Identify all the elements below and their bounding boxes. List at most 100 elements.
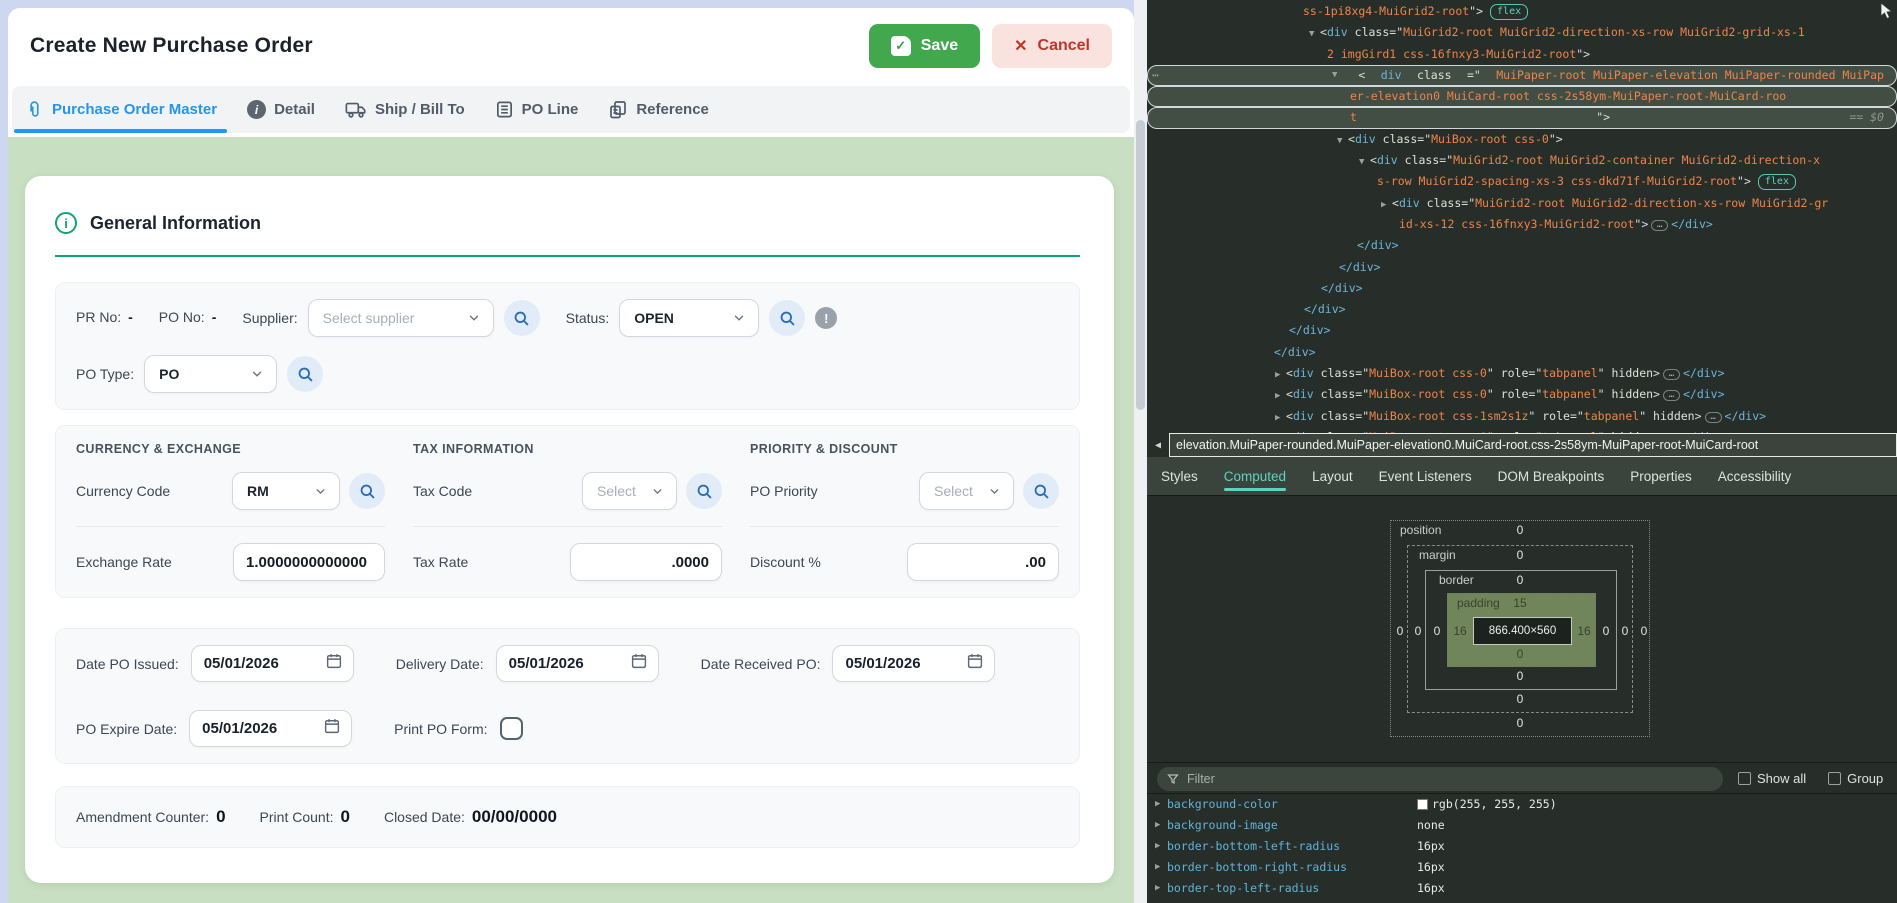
status-select[interactable]: OPEN — [619, 299, 759, 337]
box-model-content[interactable]: 866.400×560 — [1473, 617, 1572, 645]
filter-input[interactable]: Filter — [1157, 767, 1723, 791]
tab-dom-breakpoints[interactable]: DOM Breakpoints — [1498, 457, 1605, 495]
priority-column: PRIORITY & DISCOUNT PO Priority Select — [750, 442, 1059, 581]
tree-line[interactable]: </div> — [1147, 235, 1897, 256]
expand-arrow-icon[interactable]: ▶ — [1155, 820, 1167, 830]
tree-line[interactable]: t"> == $0 — [1147, 107, 1897, 128]
tree-line[interactable]: ss-1pi8xg4-MuiGrid2-root">flex — [1147, 1, 1897, 22]
supplier-search-button[interactable] — [504, 300, 540, 336]
list-icon — [495, 100, 514, 119]
tax-rate-input[interactable]: .0000 — [570, 543, 722, 581]
tab-detail[interactable]: i Detail — [247, 86, 315, 133]
tree-line[interactable]: </div> — [1147, 257, 1897, 278]
computed-property-row[interactable]: ▶border-bottom-left-radius16px — [1147, 836, 1897, 857]
checkbox-icon[interactable] — [1828, 772, 1841, 785]
expand-ellipsis-icon[interactable]: … — [1663, 369, 1680, 380]
tree-line[interactable]: </div> — [1147, 320, 1897, 341]
computed-property-row[interactable]: ▶background-imagenone — [1147, 815, 1897, 836]
supplier-select[interactable]: Select supplier — [308, 299, 494, 337]
po-expire-date-input[interactable]: 05/01/2026 — [189, 710, 352, 747]
tree-line[interactable]: s-row MuiGrid2-spacing-xs-3 css-dkd71f-M… — [1147, 171, 1897, 192]
tab-ship-bill-to[interactable]: Ship / Bill To — [345, 86, 465, 133]
po-expire-date-label: PO Expire Date: — [76, 721, 177, 737]
print-po-form-checkbox[interactable] — [500, 717, 523, 740]
expand-arrow-icon[interactable]: ▶ — [1155, 883, 1167, 893]
calendar-icon[interactable] — [325, 652, 343, 675]
tree-line[interactable]: er-elevation0 MuiCard-root css-2s58ym-Mu… — [1147, 86, 1897, 107]
tab-reference[interactable]: Reference — [608, 86, 709, 133]
tree-line[interactable]: id-xs-12 css-16fnxy3-MuiGrid2-root">…</d… — [1147, 214, 1897, 235]
expand-ellipsis-icon[interactable]: … — [1651, 220, 1668, 231]
purchase-order-app: Create New Purchase Order ✓ Save ✕ Cance… — [0, 0, 1147, 903]
margin-bottom-value: 0 — [1510, 692, 1530, 706]
tab-event-listeners[interactable]: Event Listeners — [1379, 457, 1472, 495]
app-scrollbar[interactable] — [1134, 0, 1147, 903]
counters-panel: Amendment Counter:0 Print Count:0 Closed… — [55, 786, 1080, 848]
currency-code-select[interactable]: RM — [232, 472, 340, 510]
closed-date: Closed Date:00/00/0000 — [384, 807, 557, 827]
group-checkbox[interactable]: Group — [1828, 771, 1883, 786]
tree-line[interactable]: 2 imgGird1 css-16fnxy3-MuiGrid2-root"> — [1147, 44, 1897, 65]
expand-arrow-icon[interactable]: ▶ — [1155, 841, 1167, 851]
tax-code-search-button[interactable] — [686, 473, 722, 509]
date-po-issued-input[interactable]: 05/01/2026 — [191, 645, 354, 682]
tree-line[interactable]: ▼<div class="MuiGrid2-root MuiGrid2-cont… — [1147, 150, 1897, 171]
dates-panel: Date PO Issued: 05/01/2026 Delivery Date… — [55, 628, 1080, 764]
tree-line[interactable]: </div> — [1147, 342, 1897, 363]
checkbox-icon[interactable] — [1738, 772, 1751, 785]
tab-layout[interactable]: Layout — [1312, 457, 1353, 495]
flex-badge[interactable]: flex — [1758, 174, 1796, 190]
exchange-rate-input[interactable]: 1.0000000000000 — [233, 543, 385, 581]
po-priority-select[interactable]: Select — [919, 472, 1014, 510]
expand-arrow-icon[interactable]: ▶ — [1155, 799, 1167, 809]
tab-styles[interactable]: Styles — [1161, 457, 1198, 495]
position-label: position — [1400, 523, 1441, 537]
computed-property-row[interactable]: ▶border-top-left-radius16px — [1147, 877, 1897, 898]
tree-line[interactable]: ▶<div class="MuiGrid2-root MuiGrid2-dire… — [1147, 193, 1897, 214]
computed-property-row[interactable]: ▶background-colorrgb(255, 255, 255) — [1147, 794, 1897, 815]
po-type-select[interactable]: PO — [144, 355, 277, 393]
delivery-date-input[interactable]: 05/01/2026 — [496, 645, 659, 682]
discount-input[interactable]: .00 — [907, 543, 1059, 581]
tabs-strip: Purchase Order Master i Detail Ship / Bi… — [12, 86, 1130, 133]
tree-line[interactable]: ▶<div class="MuiBox-root css-0" role="ta… — [1147, 384, 1897, 405]
breadcrumb-back-icon[interactable]: ◀ — [1147, 433, 1169, 457]
cancel-button[interactable]: ✕ Cancel — [992, 24, 1112, 68]
tree-line[interactable]: ▼<div class="MuiBox-root css-0"> — [1147, 129, 1897, 150]
tree-line[interactable]: ▶<div class="MuiBox-root css-0" role="ta… — [1147, 363, 1897, 384]
tax-code-label: Tax Code — [413, 483, 472, 499]
screen: Create New Purchase Order ✓ Save ✕ Cance… — [0, 0, 1897, 903]
chevron-down-icon — [732, 311, 746, 325]
date-received-po-input[interactable]: 05/01/2026 — [832, 645, 995, 682]
calendar-icon[interactable] — [630, 652, 648, 675]
currency-search-button[interactable] — [349, 473, 385, 509]
expand-ellipsis-icon[interactable]: … — [1663, 390, 1680, 401]
tab-accessibility[interactable]: Accessibility — [1718, 457, 1792, 495]
tab-po-line[interactable]: PO Line — [495, 86, 579, 133]
tree-line[interactable]: ▼<div class="MuiGrid2-root MuiGrid2-dire… — [1147, 22, 1897, 43]
computed-property-row[interactable]: ▶border-bottom-right-radius16px — [1147, 856, 1897, 877]
po-type-search-button[interactable] — [287, 356, 323, 392]
computed-properties-list[interactable]: ▶background-colorrgb(255, 255, 255)▶back… — [1147, 794, 1897, 903]
more-actions-icon[interactable]: ⋯ — [1152, 65, 1160, 86]
flex-badge[interactable]: flex — [1490, 4, 1528, 20]
tab-properties[interactable]: Properties — [1630, 457, 1692, 495]
calendar-icon[interactable] — [966, 652, 984, 675]
tree-line[interactable]: ⋯▼<div class="MuiPaper-root MuiPaper-ele… — [1147, 65, 1897, 86]
tree-line[interactable]: </div> — [1147, 299, 1897, 320]
elements-tree[interactable]: ss-1pi8xg4-MuiGrid2-root">flex▼<div clas… — [1147, 0, 1897, 433]
scrollbar-thumb[interactable] — [1136, 120, 1145, 410]
save-button[interactable]: ✓ Save — [869, 24, 980, 68]
po-priority-search-button[interactable] — [1023, 473, 1059, 509]
tab-purchase-order-master[interactable]: Purchase Order Master — [24, 86, 217, 133]
status-search-button[interactable] — [769, 300, 805, 336]
breadcrumb[interactable]: elevation.MuiPaper-rounded.MuiPaper-elev… — [1169, 433, 1897, 457]
tax-code-select[interactable]: Select — [582, 472, 677, 510]
calendar-icon[interactable] — [323, 717, 341, 740]
expand-arrow-icon[interactable]: ▶ — [1155, 862, 1167, 872]
show-all-checkbox[interactable]: Show all — [1738, 771, 1806, 786]
tab-computed[interactable]: Computed — [1224, 457, 1286, 495]
expand-ellipsis-icon[interactable]: … — [1705, 412, 1722, 423]
tree-line[interactable]: </div> — [1147, 278, 1897, 299]
tree-line[interactable]: ▶<div class="MuiBox-root css-1sm2s1z" ro… — [1147, 406, 1897, 427]
